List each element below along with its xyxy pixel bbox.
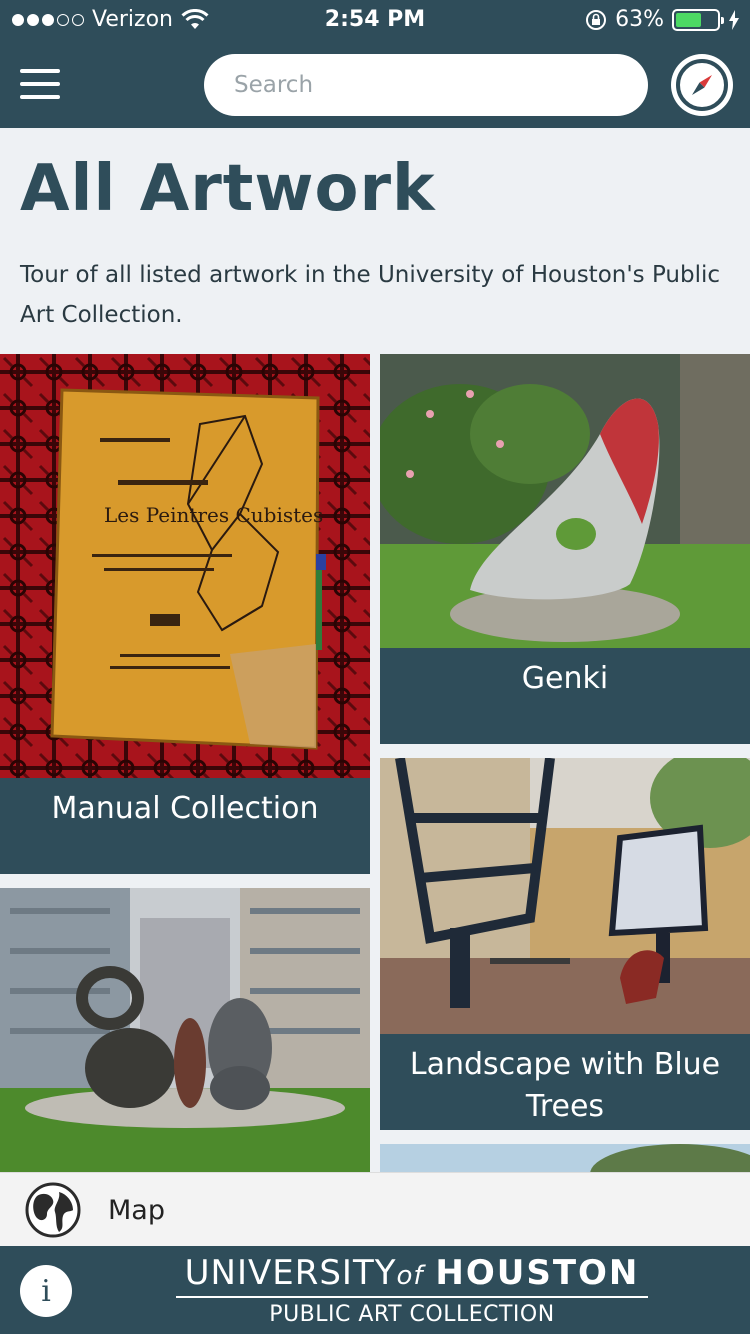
- top-bar: Verizon 2:54 PM 63%: [0, 0, 750, 128]
- page-description: Tour of all listed artwork in the Univer…: [20, 262, 721, 328]
- status-right: 63%: [585, 7, 740, 32]
- globe-icon: [25, 1182, 81, 1238]
- brand-university: UNIVERSITY: [184, 1253, 397, 1293]
- battery-fill: [676, 12, 702, 27]
- battery-percent: 63%: [615, 7, 664, 32]
- artwork-title: Genki: [521, 661, 609, 696]
- charging-icon: [729, 9, 739, 30]
- page-title: All Artwork: [20, 152, 436, 226]
- map-label: Map: [108, 1195, 165, 1226]
- menu-icon-bar: [20, 95, 60, 99]
- compass-icon: [676, 59, 728, 111]
- search-input[interactable]: [204, 54, 648, 116]
- artwork-card-manual-collection[interactable]: Les Peintres Cubistes Manual Collection: [0, 354, 370, 874]
- brand-of: of: [396, 1261, 424, 1291]
- svg-text:Les Peintres Cubistes: Les Peintres Cubistes: [104, 503, 323, 527]
- info-icon: i: [41, 1273, 51, 1309]
- artwork-image-book: Les Peintres Cubistes: [0, 354, 370, 778]
- lock-rotation-icon: [586, 9, 607, 30]
- menu-icon-bar: [20, 82, 60, 86]
- artwork-card-landscape-with-blue-trees[interactable]: Landscape with Blue Trees: [380, 758, 750, 1130]
- brand-divider: [176, 1296, 648, 1298]
- brand-houston: HOUSTON: [435, 1253, 640, 1293]
- status-bar: Verizon 2:54 PM 63%: [0, 0, 750, 40]
- info-button[interactable]: i: [20, 1265, 72, 1317]
- artwork-card-checkered-sculptures[interactable]: [0, 888, 370, 1178]
- artwork-image-blue-trees: [380, 758, 750, 1034]
- menu-button[interactable]: [20, 69, 60, 99]
- artwork-card-genki[interactable]: Genki: [380, 354, 750, 744]
- brand-logo: UNIVERSITYof HOUSTON: [172, 1253, 652, 1293]
- map-bar[interactable]: Map: [0, 1172, 750, 1246]
- menu-icon-bar: [20, 69, 60, 73]
- artwork-title: Landscape with Blue Trees: [409, 1047, 721, 1124]
- artwork-image-genki: [380, 354, 750, 648]
- brand-subtitle: PUBLIC ART COLLECTION: [269, 1302, 555, 1327]
- artwork-title: Manual Collection: [51, 791, 319, 826]
- compass-button[interactable]: [671, 54, 733, 116]
- footer: i UNIVERSITYof HOUSTON PUBLIC ART COLLEC…: [0, 1246, 750, 1334]
- artwork-image-checkered-sculptures: [0, 888, 370, 1178]
- battery-icon: [672, 8, 724, 31]
